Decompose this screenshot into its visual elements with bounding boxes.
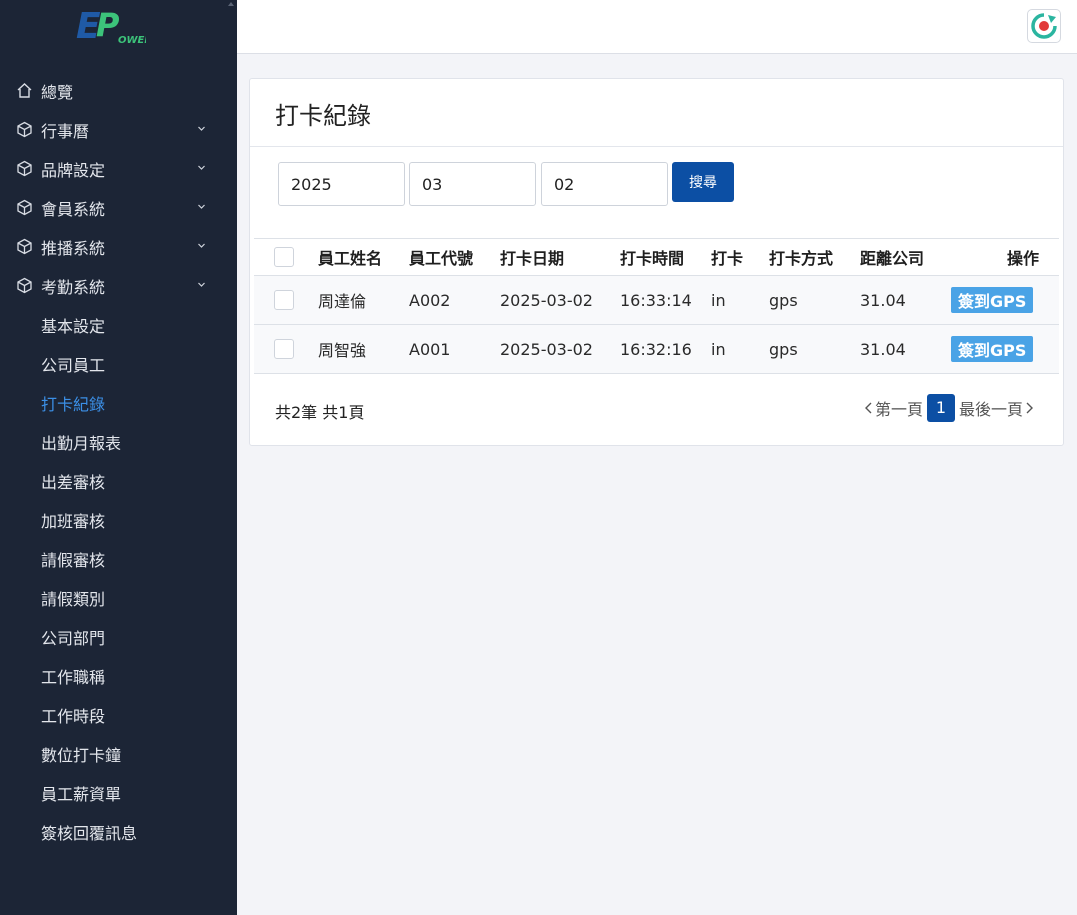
divider bbox=[250, 146, 1063, 147]
sidebar-item-label: 品牌設定 bbox=[41, 160, 106, 180]
sidebar-subitem-punch-records[interactable]: 打卡紀錄 bbox=[0, 383, 237, 422]
sidebar-item-label: 會員系統 bbox=[41, 199, 106, 219]
punch-records-card: 打卡紀錄 搜尋 員工姓名 員工代號 打卡日期 打卡時間 打卡 打卡方式 距離公司… bbox=[249, 78, 1064, 446]
cell-date: 2025-03-02 bbox=[500, 290, 593, 310]
sidebar-subitem-monthly-report[interactable]: 出勤月報表 bbox=[0, 422, 237, 461]
sidebar-subitem-departments[interactable]: 公司部門 bbox=[0, 617, 237, 656]
sidebar-subitem-leave-types[interactable]: 請假類別 bbox=[0, 578, 237, 617]
day-input[interactable] bbox=[541, 162, 668, 206]
sidebar-item-overview[interactable]: 總覽 bbox=[0, 71, 237, 110]
sidebar-subitem-leave-review[interactable]: 請假審核 bbox=[0, 539, 237, 578]
month-input[interactable] bbox=[409, 162, 536, 206]
records-summary: 共2筆 共1頁 bbox=[275, 403, 365, 422]
table-header-row: 員工姓名 員工代號 打卡日期 打卡時間 打卡 打卡方式 距離公司 操作 bbox=[254, 238, 1059, 276]
chevron-down-icon bbox=[198, 165, 205, 170]
first-page-label: 第一頁 bbox=[874, 400, 923, 419]
sidebar-nav: 總覽 行事曆 品牌設定 會員系統 推播系統 考勤系統 基本設定 公司員工 打卡紀… bbox=[0, 71, 237, 851]
column-header[interactable]: 打卡 bbox=[711, 239, 769, 276]
top-bar bbox=[237, 0, 1077, 54]
select-all-checkbox[interactable] bbox=[274, 247, 294, 268]
cell-date: 2025-03-02 bbox=[500, 339, 593, 359]
sidebar-subitem-work-shifts[interactable]: 工作時段 bbox=[0, 695, 237, 734]
cube-icon bbox=[16, 199, 33, 216]
table-row: 周智強 A001 2025-03-02 16:32:16 in gps 31.0… bbox=[254, 324, 1059, 374]
cube-icon bbox=[16, 277, 33, 294]
column-header[interactable]: 距離公司 bbox=[860, 239, 951, 276]
column-header[interactable]: 打卡日期 bbox=[500, 239, 620, 276]
cell-method: gps bbox=[769, 339, 798, 359]
epower-logo[interactable]: E P OWER bbox=[76, 6, 152, 48]
svg-text:P: P bbox=[96, 6, 120, 44]
sidebar-subitem-employees[interactable]: 公司員工 bbox=[0, 344, 237, 383]
cell-code: A002 bbox=[409, 290, 451, 310]
row-select-cell bbox=[254, 325, 318, 374]
table-row: 周達倫 A002 2025-03-02 16:33:14 in gps 31.0… bbox=[254, 275, 1059, 325]
sidebar-item-attendance-system[interactable]: 考勤系統 bbox=[0, 266, 237, 305]
cube-icon bbox=[16, 121, 33, 138]
last-page-link[interactable]: 最後一頁 bbox=[959, 396, 1035, 420]
sidebar-subitem-trip-review[interactable]: 出差審核 bbox=[0, 461, 237, 500]
cell-punch: in bbox=[711, 290, 726, 310]
sidebar-item-label: 總覽 bbox=[41, 82, 74, 102]
page-title: 打卡紀錄 bbox=[275, 102, 371, 130]
refresh-logo-icon bbox=[1031, 13, 1057, 39]
sidebar-item-label: 行事曆 bbox=[41, 121, 90, 141]
svg-text:OWER: OWER bbox=[118, 35, 146, 46]
year-input[interactable] bbox=[278, 162, 405, 206]
home-icon bbox=[16, 82, 33, 99]
last-page-label: 最後一頁 bbox=[958, 400, 1023, 419]
cell-name: 周達倫 bbox=[318, 292, 367, 311]
cell-time: 16:32:16 bbox=[620, 339, 692, 359]
sidebar-subitem-digital-clock[interactable]: 數位打卡鐘 bbox=[0, 734, 237, 773]
column-header[interactable]: 打卡方式 bbox=[769, 239, 860, 276]
column-header[interactable]: 員工姓名 bbox=[318, 239, 409, 276]
sidebar-item-calendar[interactable]: 行事曆 bbox=[0, 110, 237, 149]
cell-name: 周智強 bbox=[318, 341, 367, 360]
sidebar-subitem-job-titles[interactable]: 工作職稱 bbox=[0, 656, 237, 695]
row-checkbox[interactable] bbox=[274, 339, 294, 360]
first-page-link[interactable]: 第一頁 bbox=[863, 396, 923, 420]
cell-distance: 31.04 bbox=[860, 339, 906, 359]
chevron-down-icon bbox=[198, 282, 205, 287]
column-header[interactable]: 員工代號 bbox=[409, 239, 500, 276]
sidebar-item-push-system[interactable]: 推播系統 bbox=[0, 227, 237, 266]
pagination: 第一頁 1 最後一頁 bbox=[863, 394, 1035, 422]
chevron-down-icon bbox=[198, 204, 205, 209]
select-all-cell bbox=[254, 239, 318, 276]
sidebar-subitem-payslips[interactable]: 員工薪資單 bbox=[0, 773, 237, 812]
cube-icon bbox=[16, 238, 33, 255]
cell-distance: 31.04 bbox=[860, 290, 906, 310]
row-select-cell bbox=[254, 276, 318, 325]
column-header[interactable]: 打卡時間 bbox=[620, 239, 711, 276]
checkin-gps-button[interactable]: 簽到GPS bbox=[951, 287, 1034, 313]
sidebar: E P OWER 總覽 行事曆 品牌設定 bbox=[0, 0, 237, 915]
row-checkbox[interactable] bbox=[274, 290, 294, 311]
current-page-button[interactable]: 1 bbox=[926, 394, 955, 422]
cell-time: 16:33:14 bbox=[620, 290, 692, 310]
sidebar-item-member-system[interactable]: 會員系統 bbox=[0, 188, 237, 227]
checkin-gps-button[interactable]: 簽到GPS bbox=[951, 336, 1034, 362]
cube-icon bbox=[16, 160, 33, 177]
chevron-right-icon bbox=[1026, 402, 1033, 414]
punch-records-table: 員工姓名 員工代號 打卡日期 打卡時間 打卡 打卡方式 距離公司 操作 周達倫 … bbox=[254, 238, 1059, 374]
cell-punch: in bbox=[711, 339, 726, 359]
user-avatar[interactable] bbox=[1027, 9, 1061, 43]
sidebar-item-brand-settings[interactable]: 品牌設定 bbox=[0, 149, 237, 188]
chevron-down-icon bbox=[198, 126, 205, 131]
column-header: 操作 bbox=[1006, 249, 1039, 268]
sidebar-subitem-basic-settings[interactable]: 基本設定 bbox=[0, 305, 237, 344]
cell-action: 簽到GPS bbox=[951, 276, 1059, 325]
cell-method: gps bbox=[769, 290, 798, 310]
chevron-down-icon bbox=[198, 243, 205, 248]
cell-action: 簽到GPS bbox=[951, 325, 1059, 374]
sidebar-subitem-overtime-review[interactable]: 加班審核 bbox=[0, 500, 237, 539]
search-button[interactable]: 搜尋 bbox=[672, 162, 734, 202]
sidebar-item-label: 推播系統 bbox=[41, 238, 106, 258]
sidebar-subitem-approval-messages[interactable]: 簽核回覆訊息 bbox=[0, 812, 237, 851]
scroll-up-arrow-icon[interactable] bbox=[228, 2, 234, 6]
cell-code: A001 bbox=[409, 339, 451, 359]
sidebar-item-label: 考勤系統 bbox=[41, 277, 106, 297]
chevron-left-icon bbox=[864, 402, 872, 414]
